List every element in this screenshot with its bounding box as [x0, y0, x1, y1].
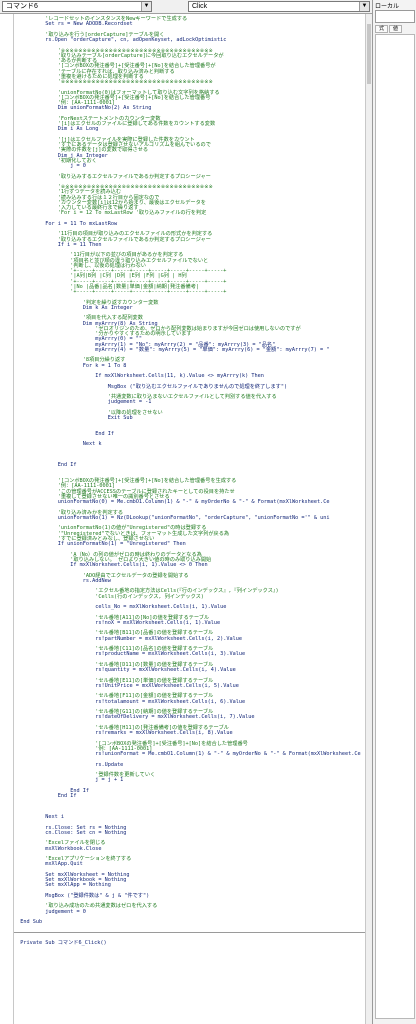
code-line[interactable]: MsgBox ("取り込むエクセルファイルでありませんので処理を終了します") [14, 384, 287, 390]
code-line[interactable]: mxXlApp.Quit [14, 861, 83, 867]
code-line[interactable]: Private Sub コマンド6_Click() [14, 940, 106, 946]
locals-title: ローカル [375, 4, 400, 10]
code-line[interactable]: For k = 1 To 8 [14, 363, 127, 369]
code-window-header: コマンド6 ▼ Click ▼ [0, 0, 372, 14]
code-line[interactable]: cn.Close: Set cn = Nothing [14, 830, 126, 836]
code-line[interactable]: j = j + 1 [14, 777, 123, 783]
chevron-down-icon[interactable]: ▼ [141, 2, 151, 11]
code-line[interactable]: Dim unionFormatNo(2) As String [14, 105, 152, 111]
locals-list [375, 34, 415, 1019]
code-line[interactable]: Set rs = New ADODB.Recordset [14, 21, 132, 27]
procedure-combo[interactable]: Click ▼ [188, 1, 370, 12]
locals-window: ローカル 式 値 [372, 0, 416, 1024]
code-line[interactable]: cells_No = mxXlWorksheet.Cells(i, 1).Val… [14, 604, 226, 610]
code-line[interactable]: rs!UnitPrice = mxXlWorksheet.Cells(i, 5)… [14, 683, 239, 689]
procedure-separator [14, 931, 372, 933]
code-line[interactable]: unionFormatNo(0) = Me.cmbO1.Column(1) & … [14, 499, 330, 505]
code-line[interactable]: rs.Update [14, 762, 123, 768]
object-combo-value: コマンド6 [6, 3, 38, 10]
code-line[interactable]: For i = 11 To mxLastRow [14, 221, 117, 227]
code-line[interactable]: Next k [14, 441, 102, 447]
vba-editor-window: コマンド6 ▼ Click ▼ 'レコードセットのインスタンスをNewキーワード… [0, 0, 416, 1024]
chevron-down-icon[interactable]: ▼ [359, 2, 369, 11]
code-comment-line[interactable]: '+-----+-----+-----+-----+-----+-----+--… [14, 289, 226, 295]
code-comment-line[interactable]: '※※※※※※※※※※※※※※※※※※※※※※※※※※※※※※※※※※※ [14, 79, 213, 85]
code-line[interactable]: rs.AddNew [14, 578, 111, 584]
code-line[interactable]: If mxXlWorksheet.Cells(i, 1).Value <> 0 … [14, 562, 207, 568]
code-line[interactable]: rs!totalamount = mxXlWorksheet.Cells(i, … [14, 699, 245, 705]
code-line[interactable]: judgement = -1 [14, 399, 152, 405]
code-line[interactable]: MsgBox ("登録件数は" & j & "件です") [14, 893, 149, 899]
code-line[interactable]: j = 0 [14, 163, 86, 169]
code-line[interactable]: rs!quantity = mxXlWorksheet.Cells(i, 4).… [14, 667, 236, 673]
code-line[interactable]: If i = 11 Then [14, 242, 102, 248]
code-comment-line[interactable]: 'Cells(行のインデックス, 列インデックス) [14, 594, 204, 600]
code-line[interactable]: rs!productName = mxXlWorksheet.Cells(i, … [14, 651, 245, 657]
code-line[interactable]: End If [14, 793, 77, 799]
code-line[interactable]: Set mxXlApp = Nothing [14, 882, 111, 888]
code-line[interactable]: myArrry(4) = "数量": myArrry(5) = "単価": my… [14, 347, 329, 353]
code-line[interactable]: mxXlWorkbook.Close [14, 846, 101, 852]
locals-context-box [375, 10, 415, 23]
code-line[interactable]: rs!partNumber = mxXlWorksheet.Cells(i, 2… [14, 636, 242, 642]
code-line[interactable]: rs!noX = mxXlWorksheet.Cells(i, 1).Value [14, 620, 220, 626]
code-line[interactable]: End If [14, 431, 114, 437]
code-comment-line[interactable]: '取り込みするエクセルファイルであるか判定するプロシージャー [14, 174, 211, 180]
code-editor[interactable]: 'レコードセットのインスタンスをNewキーワードで生成する Set rs = N… [14, 14, 372, 1024]
code-line[interactable]: rs.Open "orderCapture", cn, adOpenKeyset… [14, 37, 226, 43]
column-header-expression[interactable]: 式 [375, 25, 388, 33]
code-line[interactable]: End Sub [14, 919, 42, 925]
procedure-combo-value: Click [192, 3, 208, 10]
code-line[interactable]: Exit Sub [14, 415, 133, 421]
code-line[interactable]: Dim k As Integer [14, 305, 133, 311]
scrollbar-thumb[interactable] [367, 24, 371, 84]
vertical-scrollbar[interactable] [365, 14, 372, 1024]
code-line[interactable]: Dim i As Long [14, 126, 99, 132]
object-combo[interactable]: コマンド6 ▼ [2, 1, 152, 12]
code-line[interactable]: rs!dateOfDelivery = mxXlWorksheet.Cells(… [14, 714, 254, 720]
code-comment-line[interactable]: 'For i = 12 To mxLastRow '取り込みファイルの行を判定 [14, 210, 207, 216]
code-line[interactable]: rs!remarks = mxXlWorksheet.Cells(i, 8).V… [14, 730, 232, 736]
code-line[interactable]: End If [14, 462, 77, 468]
code-line[interactable]: judgement = 0 [14, 909, 86, 915]
code-line[interactable]: unionFormatNo(1) = Nz(DLookup("unionForm… [14, 515, 330, 521]
code-line[interactable]: If mxXlWorksheet.Cells(11, k).Value <> m… [14, 373, 264, 379]
code-line[interactable]: If unionFormatNo(1) = "Unregistered" The… [14, 541, 186, 547]
margin-indicator-bar[interactable] [0, 14, 14, 1024]
code-line[interactable]: Next i [14, 814, 64, 820]
column-header-value[interactable]: 値 [389, 25, 402, 33]
code-line[interactable]: rs!unionFormat = Me.cmbO1.Column(1) & "-… [14, 751, 360, 757]
